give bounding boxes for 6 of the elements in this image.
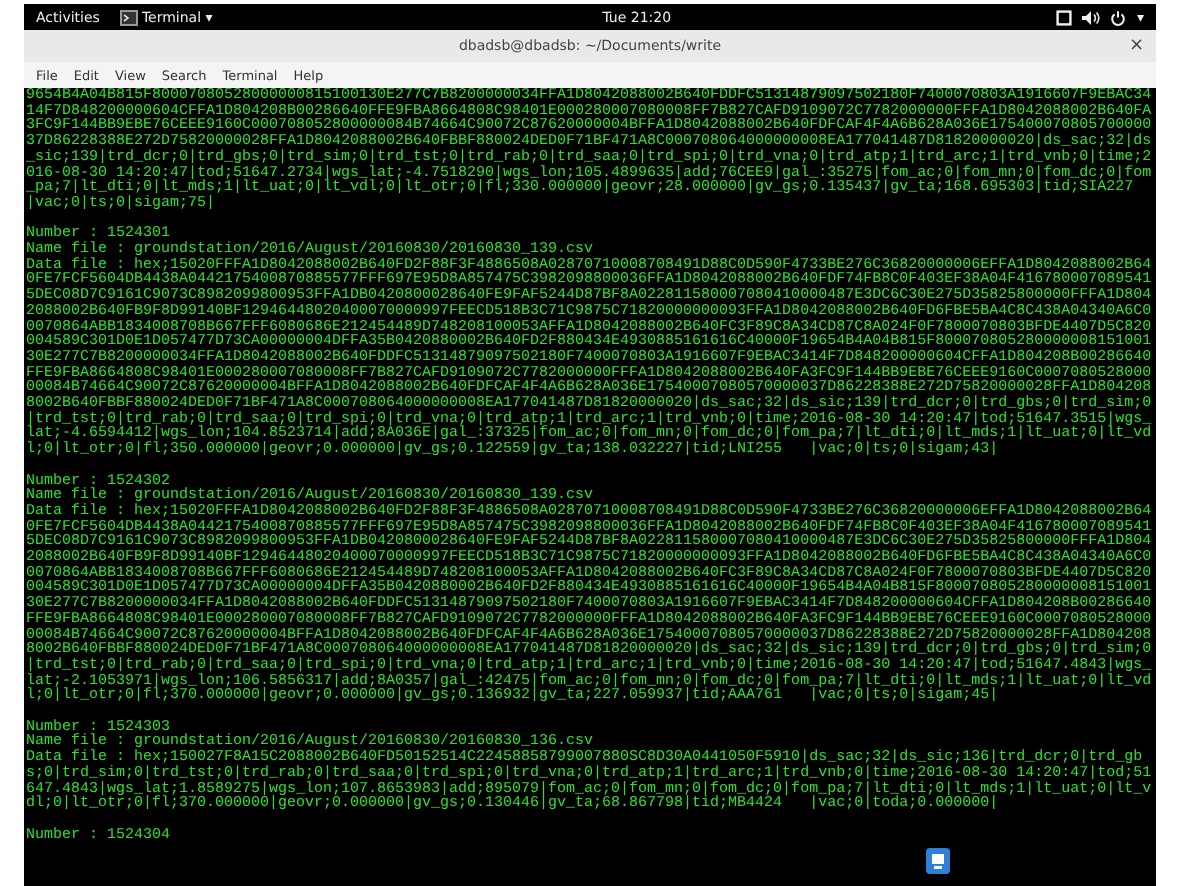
- close-button[interactable]: ×: [1128, 36, 1144, 56]
- power-icon[interactable]: [1110, 9, 1127, 25]
- window-icon[interactable]: [1056, 9, 1073, 25]
- speaker-icon[interactable]: [1082, 9, 1101, 25]
- app-icon[interactable]: [926, 848, 950, 874]
- terminal-icon: [119, 9, 138, 25]
